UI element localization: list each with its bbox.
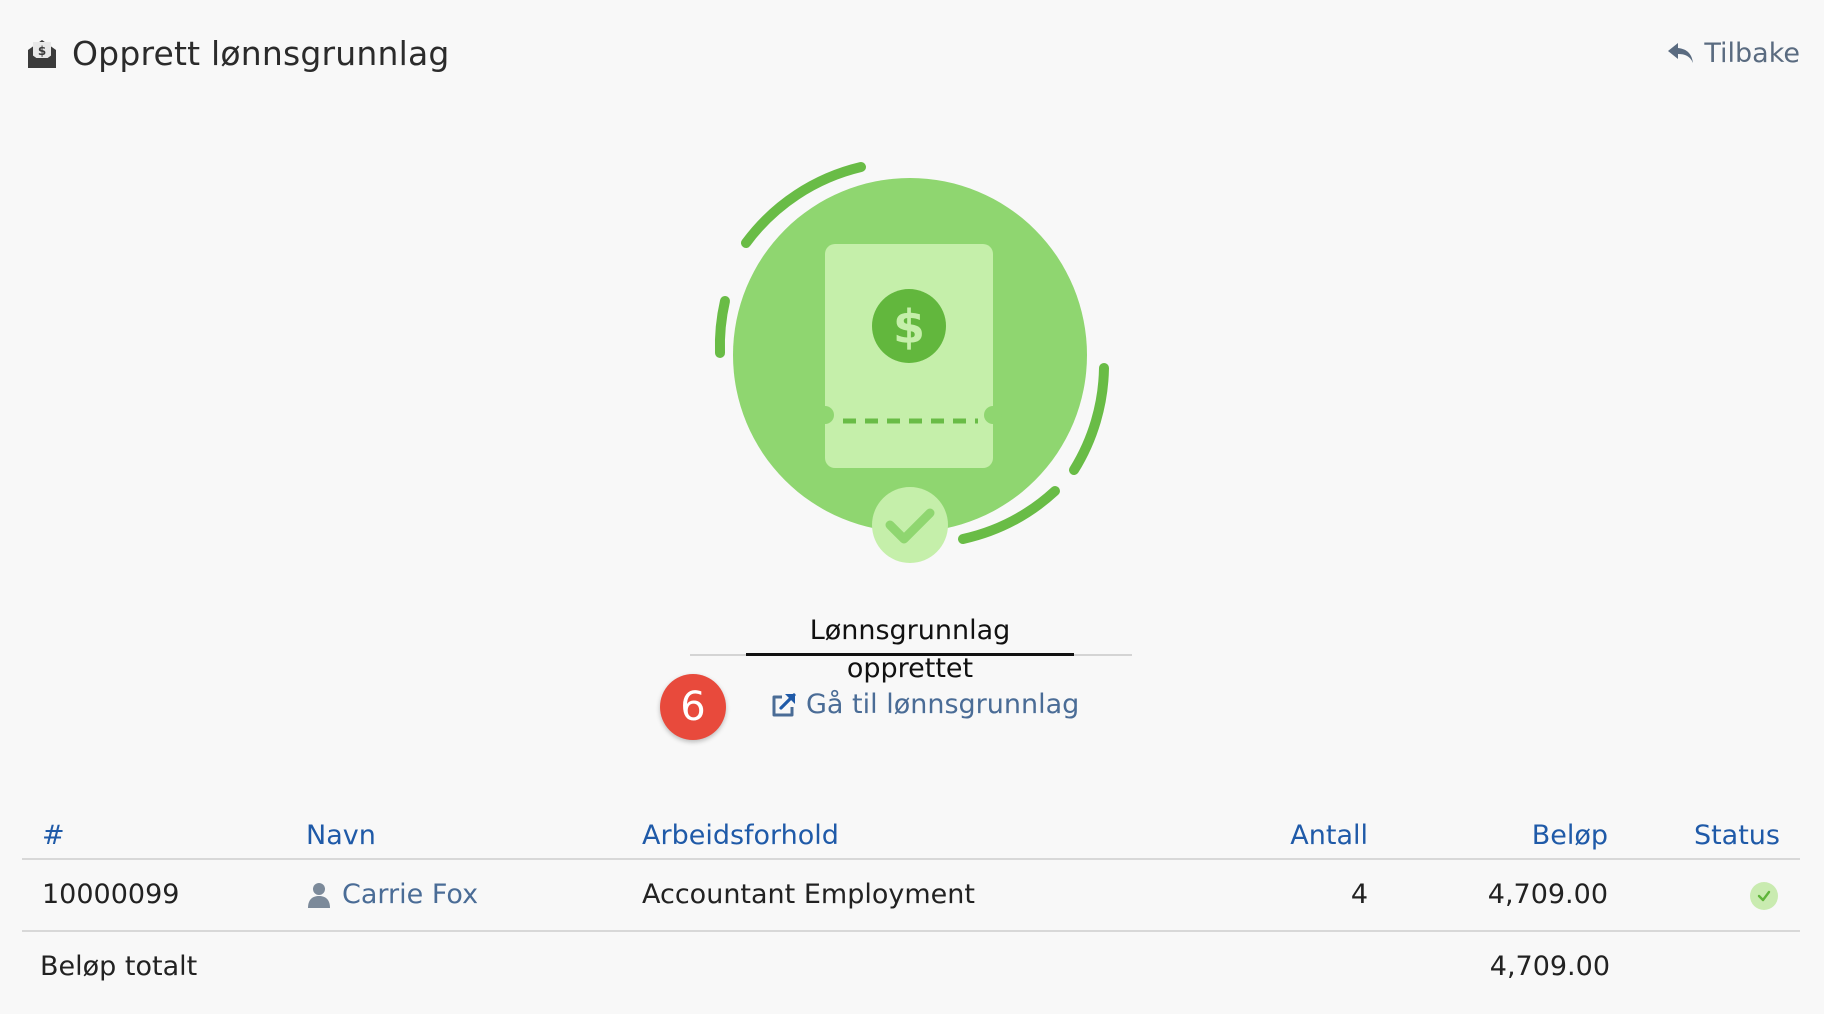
column-header-number[interactable]: # (42, 812, 65, 860)
payroll-table: # Navn Arbeidsforhold Antall Beløp Statu… (22, 812, 1800, 1004)
column-header-name[interactable]: Navn (306, 812, 376, 860)
status-check-icon (1750, 882, 1778, 910)
table-row: 10000099 Carrie Fox Accountant Employmen… (22, 860, 1800, 932)
payslip-success-icon: $ (714, 162, 1109, 563)
total-label: Beløp totalt (40, 951, 198, 982)
goto-link-label: Gå til lønnsgrunnlag (806, 689, 1080, 720)
success-title-wrap: Lønnsgrunnlag opprettet (690, 612, 1132, 684)
page-title: Opprett lønnsgrunnlag (72, 34, 450, 73)
total-amount: 4,709.00 (1489, 951, 1610, 982)
back-button[interactable]: Tilbake (1666, 38, 1800, 69)
svg-text:$: $ (893, 300, 925, 354)
column-header-count[interactable]: Antall (1290, 812, 1368, 860)
table-footer: Beløp totalt 4,709.00 (22, 932, 1800, 1004)
reply-arrow-icon (1668, 42, 1694, 63)
column-header-employment[interactable]: Arbeidsforhold (642, 812, 839, 860)
row-employment: Accountant Employment (642, 879, 975, 910)
page-header: $ Opprett lønnsgrunnlag (24, 34, 450, 73)
column-header-amount[interactable]: Beløp (1532, 812, 1608, 860)
employee-name: Carrie Fox (342, 879, 479, 910)
page: $ Opprett lønnsgrunnlag Tilbake $ Lønnsg… (0, 0, 1824, 1014)
goto-payroll-basis-link[interactable]: Gå til lønnsgrunnlag (770, 689, 1079, 720)
column-header-status[interactable]: Status (1694, 812, 1780, 860)
row-amount: 4,709.00 (1487, 879, 1608, 910)
external-link-icon (772, 692, 796, 716)
table-header: # Navn Arbeidsforhold Antall Beløp Statu… (22, 812, 1800, 860)
money-envelope-icon: $ (28, 39, 56, 68)
row-count: 4 (1350, 879, 1368, 910)
back-label: Tilbake (1704, 38, 1800, 69)
success-title: Lønnsgrunnlag opprettet (746, 612, 1074, 684)
svg-text:$: $ (38, 44, 46, 58)
employee-link[interactable]: Carrie Fox (306, 860, 478, 930)
person-icon (308, 883, 330, 908)
step-badge: 6 (660, 674, 726, 740)
row-id: 10000099 (42, 879, 180, 910)
